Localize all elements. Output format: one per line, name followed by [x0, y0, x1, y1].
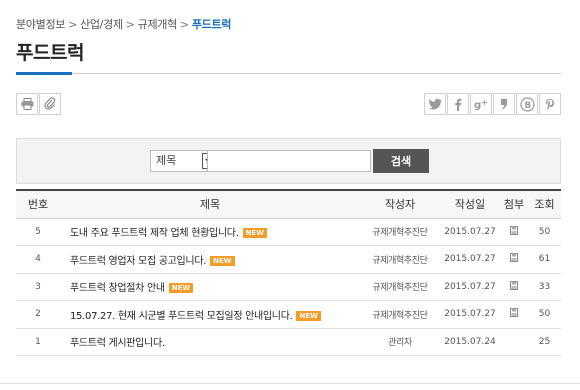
row-writer: 규제개혁추진단 — [360, 273, 440, 301]
google-plus-share-button[interactable]: g + — [470, 93, 492, 115]
table-row[interactable]: 5 도내 주요 푸드트럭 제작 업체 현황입니다. NEW 규제개혁추진단 2015.0… — [16, 218, 561, 246]
search-select-value: 제목 — [156, 154, 177, 167]
row-title-cell: 도내 주요 푸드트럭 제작 업체 현황입니다. NEW — [60, 218, 360, 246]
breadcrumb: 분야별정보 > 산업/경제 > 규제개혁 > 푸드트럭 — [16, 16, 231, 32]
row-views: 50 — [528, 218, 561, 246]
table-row[interactable]: 4 푸드트럭 영업자 모집 공고입니다. NEW 규제개혁추진단 2015.07.27 6… — [16, 245, 561, 274]
table-row[interactable]: 2 15.07.27. 현재 시군별 푸드트럭 모집일정 안내입니다. NEW 규제개… — [16, 300, 561, 329]
quote-icon — [500, 98, 508, 110]
twitter-icon — [428, 98, 442, 110]
new-badge: NEW — [210, 255, 235, 266]
row-title-cell: 푸드트럭 영업자 모집 공고입니다. NEW — [60, 245, 360, 274]
footer-divider — [0, 383, 580, 384]
title-divider — [16, 73, 561, 74]
header-attachment: 첨부 — [500, 190, 528, 219]
row-title-cell: 푸드트럭 창업절차 안내 NEW — [60, 273, 360, 301]
google-plus-icon: g + — [474, 98, 488, 110]
row-attachment — [500, 300, 528, 329]
row-number: 2 — [16, 300, 60, 329]
search-input[interactable] — [207, 150, 371, 172]
post-title-link[interactable]: 도내 주요 푸드트럭 제작 업체 현황입니다. — [70, 228, 239, 239]
file-attachment-icon[interactable] — [510, 280, 518, 293]
file-attachment-icon[interactable] — [510, 308, 518, 320]
file-attachment-icon[interactable] — [510, 253, 518, 265]
breadcrumb-current: 푸드트럭 — [191, 18, 232, 31]
row-number: 3 — [16, 273, 60, 301]
page-title: 푸드트럭 — [16, 42, 84, 64]
print-icon — [21, 95, 34, 114]
attach-button[interactable] — [39, 93, 61, 115]
svg-text:B: B — [524, 101, 530, 111]
row-writer: 규제개혁추진단 — [360, 245, 440, 274]
page-tools — [16, 93, 62, 115]
breadcrumb-item[interactable]: 산업/경제 — [80, 18, 123, 31]
row-date: 2015.07.27 — [440, 218, 500, 246]
facebook-share-button[interactable] — [447, 93, 469, 115]
paperclip-icon — [44, 95, 56, 114]
breadcrumb-item[interactable]: 분야별정보 — [16, 18, 65, 31]
row-title-cell: 15.07.27. 현재 시군별 푸드트럭 모집일정 안내입니다. NEW — [60, 300, 360, 329]
post-title-link[interactable]: 15.07.27. 현재 시군별 푸드트럭 모집일정 안내입니다. — [70, 311, 293, 322]
row-writer: 규제개혁추진단 — [360, 218, 440, 246]
row-writer: 규제개혁추진단 — [360, 300, 440, 329]
breadcrumb-separator: > — [125, 18, 135, 31]
table-header-row: 번호 제목 작성자 작성일 첨부 조회 — [16, 190, 561, 219]
twitter-share-button[interactable] — [424, 93, 446, 115]
header-number: 번호 — [16, 190, 60, 219]
row-title-cell: 푸드트럭 게시판입니다. — [60, 328, 360, 356]
row-date: 2015.07.27 — [440, 245, 500, 274]
row-views: 61 — [528, 245, 561, 274]
blog-icon: B — [519, 96, 535, 112]
row-date: 2015.07.24 — [440, 328, 500, 356]
facebook-icon — [454, 98, 462, 111]
breadcrumb-separator: > — [179, 18, 189, 31]
new-badge: NEW — [168, 283, 194, 294]
quote-share-button[interactable] — [493, 93, 515, 115]
search-button[interactable]: 검색 — [373, 149, 429, 173]
post-title-link[interactable]: 푸드트럭 게시판입니다. — [70, 338, 165, 349]
table-row[interactable]: 3 푸드트럭 창업절차 안내 NEW 규제개혁추진단 2015.07.27 33 — [16, 273, 561, 301]
breadcrumb-separator: > — [68, 18, 78, 31]
header-views: 조회 — [528, 190, 561, 219]
row-views: 50 — [528, 300, 561, 329]
row-attachment — [500, 328, 528, 356]
new-badge: NEW — [242, 228, 267, 239]
row-date: 2015.07.27 — [440, 273, 500, 301]
row-number: 5 — [16, 218, 60, 246]
row-number: 4 — [16, 245, 60, 274]
board-table: 번호 제목 작성자 작성일 첨부 조회 5 도내 주요 푸드트럭 제작 업체 현황… — [16, 189, 561, 356]
row-attachment — [500, 218, 528, 246]
row-attachment — [500, 273, 528, 301]
pinterest-icon — [545, 98, 555, 111]
breadcrumb-item[interactable]: 규제개혁 — [138, 18, 178, 31]
post-title-link[interactable]: 푸드트럭 창업절차 안내 — [70, 283, 165, 294]
post-title-link[interactable]: 푸드트럭 영업자 모집 공고입니다. — [70, 256, 206, 267]
pinterest-share-button[interactable] — [539, 93, 561, 115]
row-number: 1 — [16, 328, 60, 356]
row-views: 33 — [528, 273, 561, 301]
header-date: 작성일 — [440, 190, 500, 219]
table-row[interactable]: 1 푸드트럭 게시판입니다. 관리자 2015.07.24 25 — [16, 328, 561, 356]
file-attachment-icon[interactable] — [510, 225, 518, 238]
row-date: 2015.07.27 — [440, 300, 500, 329]
search-panel: 제목 검색 — [16, 138, 561, 184]
header-writer: 작성자 — [360, 190, 440, 219]
row-writer: 관리자 — [360, 328, 440, 356]
title-accent-bar — [16, 72, 72, 75]
print-button[interactable] — [16, 93, 38, 115]
row-attachment — [500, 245, 528, 274]
row-views: 25 — [528, 328, 561, 356]
blog-share-button[interactable]: B — [516, 93, 538, 115]
share-tools: g + B — [423, 93, 561, 115]
new-badge: NEW — [296, 310, 321, 321]
svg-text:+: + — [481, 98, 488, 107]
header-title: 제목 — [60, 190, 360, 219]
